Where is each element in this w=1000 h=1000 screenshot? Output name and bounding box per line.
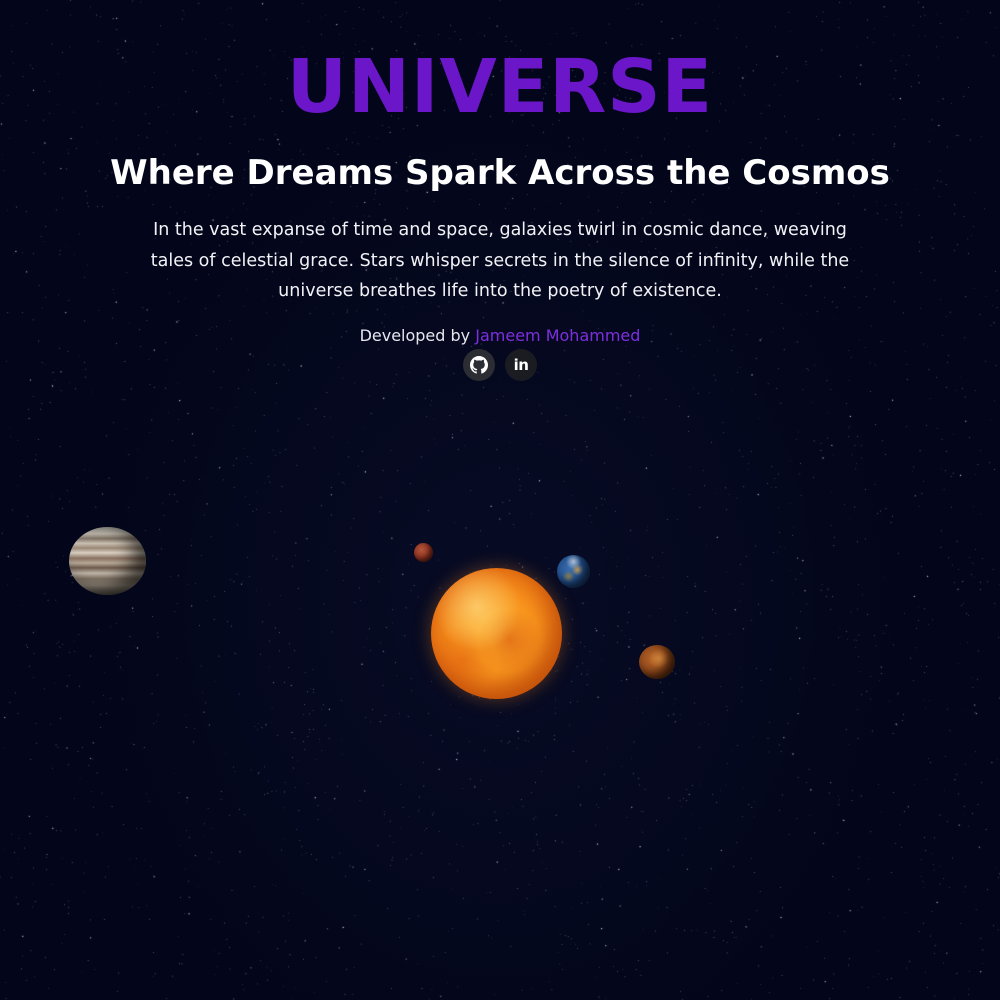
venus-planet xyxy=(639,645,675,679)
brand-title: UNIVERSE xyxy=(286,44,714,130)
tagline-heading: Where Dreams Spark Across the Cosmos xyxy=(110,153,890,193)
developer-credit: Developed by Jameem Mohammed xyxy=(0,324,1000,348)
description-text: In the vast expanse of time and space, g… xyxy=(150,220,850,301)
jupiter-planet xyxy=(69,527,146,595)
credit-prefix: Developed by xyxy=(359,326,471,345)
page: UNIVERSE Where Dreams Spark Across the C… xyxy=(0,0,1000,1000)
earth-planet xyxy=(557,555,590,588)
social-links: in xyxy=(0,349,1000,381)
author-link[interactable]: Jameem Mohammed xyxy=(475,326,640,345)
linkedin-button[interactable]: in xyxy=(505,349,537,381)
linkedin-icon: in xyxy=(513,356,529,374)
sun xyxy=(431,568,562,699)
github-button[interactable] xyxy=(463,349,495,381)
mars-planet xyxy=(414,543,433,562)
github-icon xyxy=(470,356,488,374)
